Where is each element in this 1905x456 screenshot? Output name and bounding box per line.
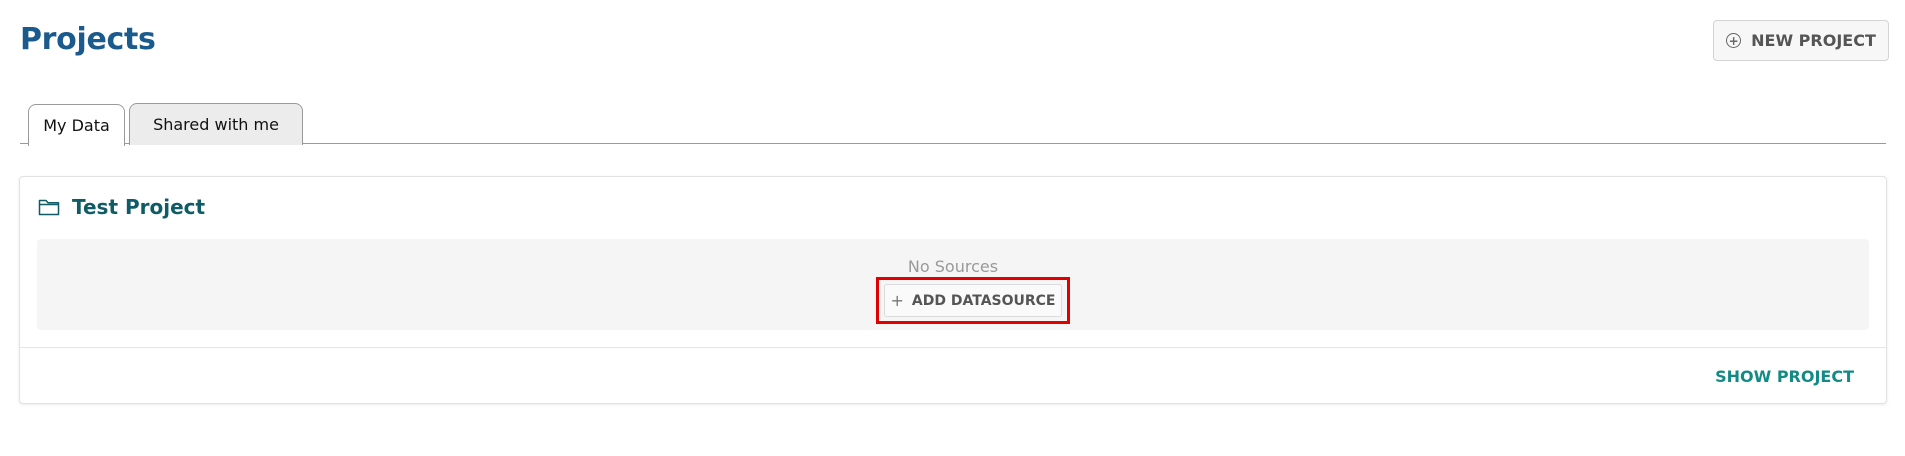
- add-datasource-button[interactable]: + ADD DATASOURCE: [884, 284, 1062, 317]
- show-project-link[interactable]: SHOW PROJECT: [1715, 367, 1854, 386]
- project-title[interactable]: Test Project: [72, 195, 205, 219]
- plus-circle-icon: +: [1726, 33, 1742, 48]
- tab-my-data[interactable]: My Data: [28, 104, 125, 146]
- no-sources-text: No Sources: [907, 257, 999, 276]
- plus-icon: +: [890, 291, 904, 310]
- project-header: Test Project: [38, 195, 205, 219]
- tab-label: Shared with me: [153, 115, 279, 134]
- new-project-button[interactable]: + NEW PROJECT: [1713, 20, 1889, 61]
- tab-shared-with-me[interactable]: Shared with me: [129, 103, 303, 145]
- tabs-bar: My Data Shared with me: [20, 102, 1886, 146]
- add-datasource-label: ADD DATASOURCE: [911, 292, 1056, 309]
- page-title: Projects: [20, 22, 156, 57]
- new-project-label: NEW PROJECT: [1751, 31, 1876, 50]
- sources-area: No Sources + ADD DATASOURCE: [37, 239, 1869, 330]
- card-divider: [20, 347, 1886, 348]
- tab-label: My Data: [43, 116, 110, 135]
- folder-icon: [38, 199, 60, 216]
- project-card: Test Project No Sources + ADD DATASOURCE…: [19, 176, 1887, 404]
